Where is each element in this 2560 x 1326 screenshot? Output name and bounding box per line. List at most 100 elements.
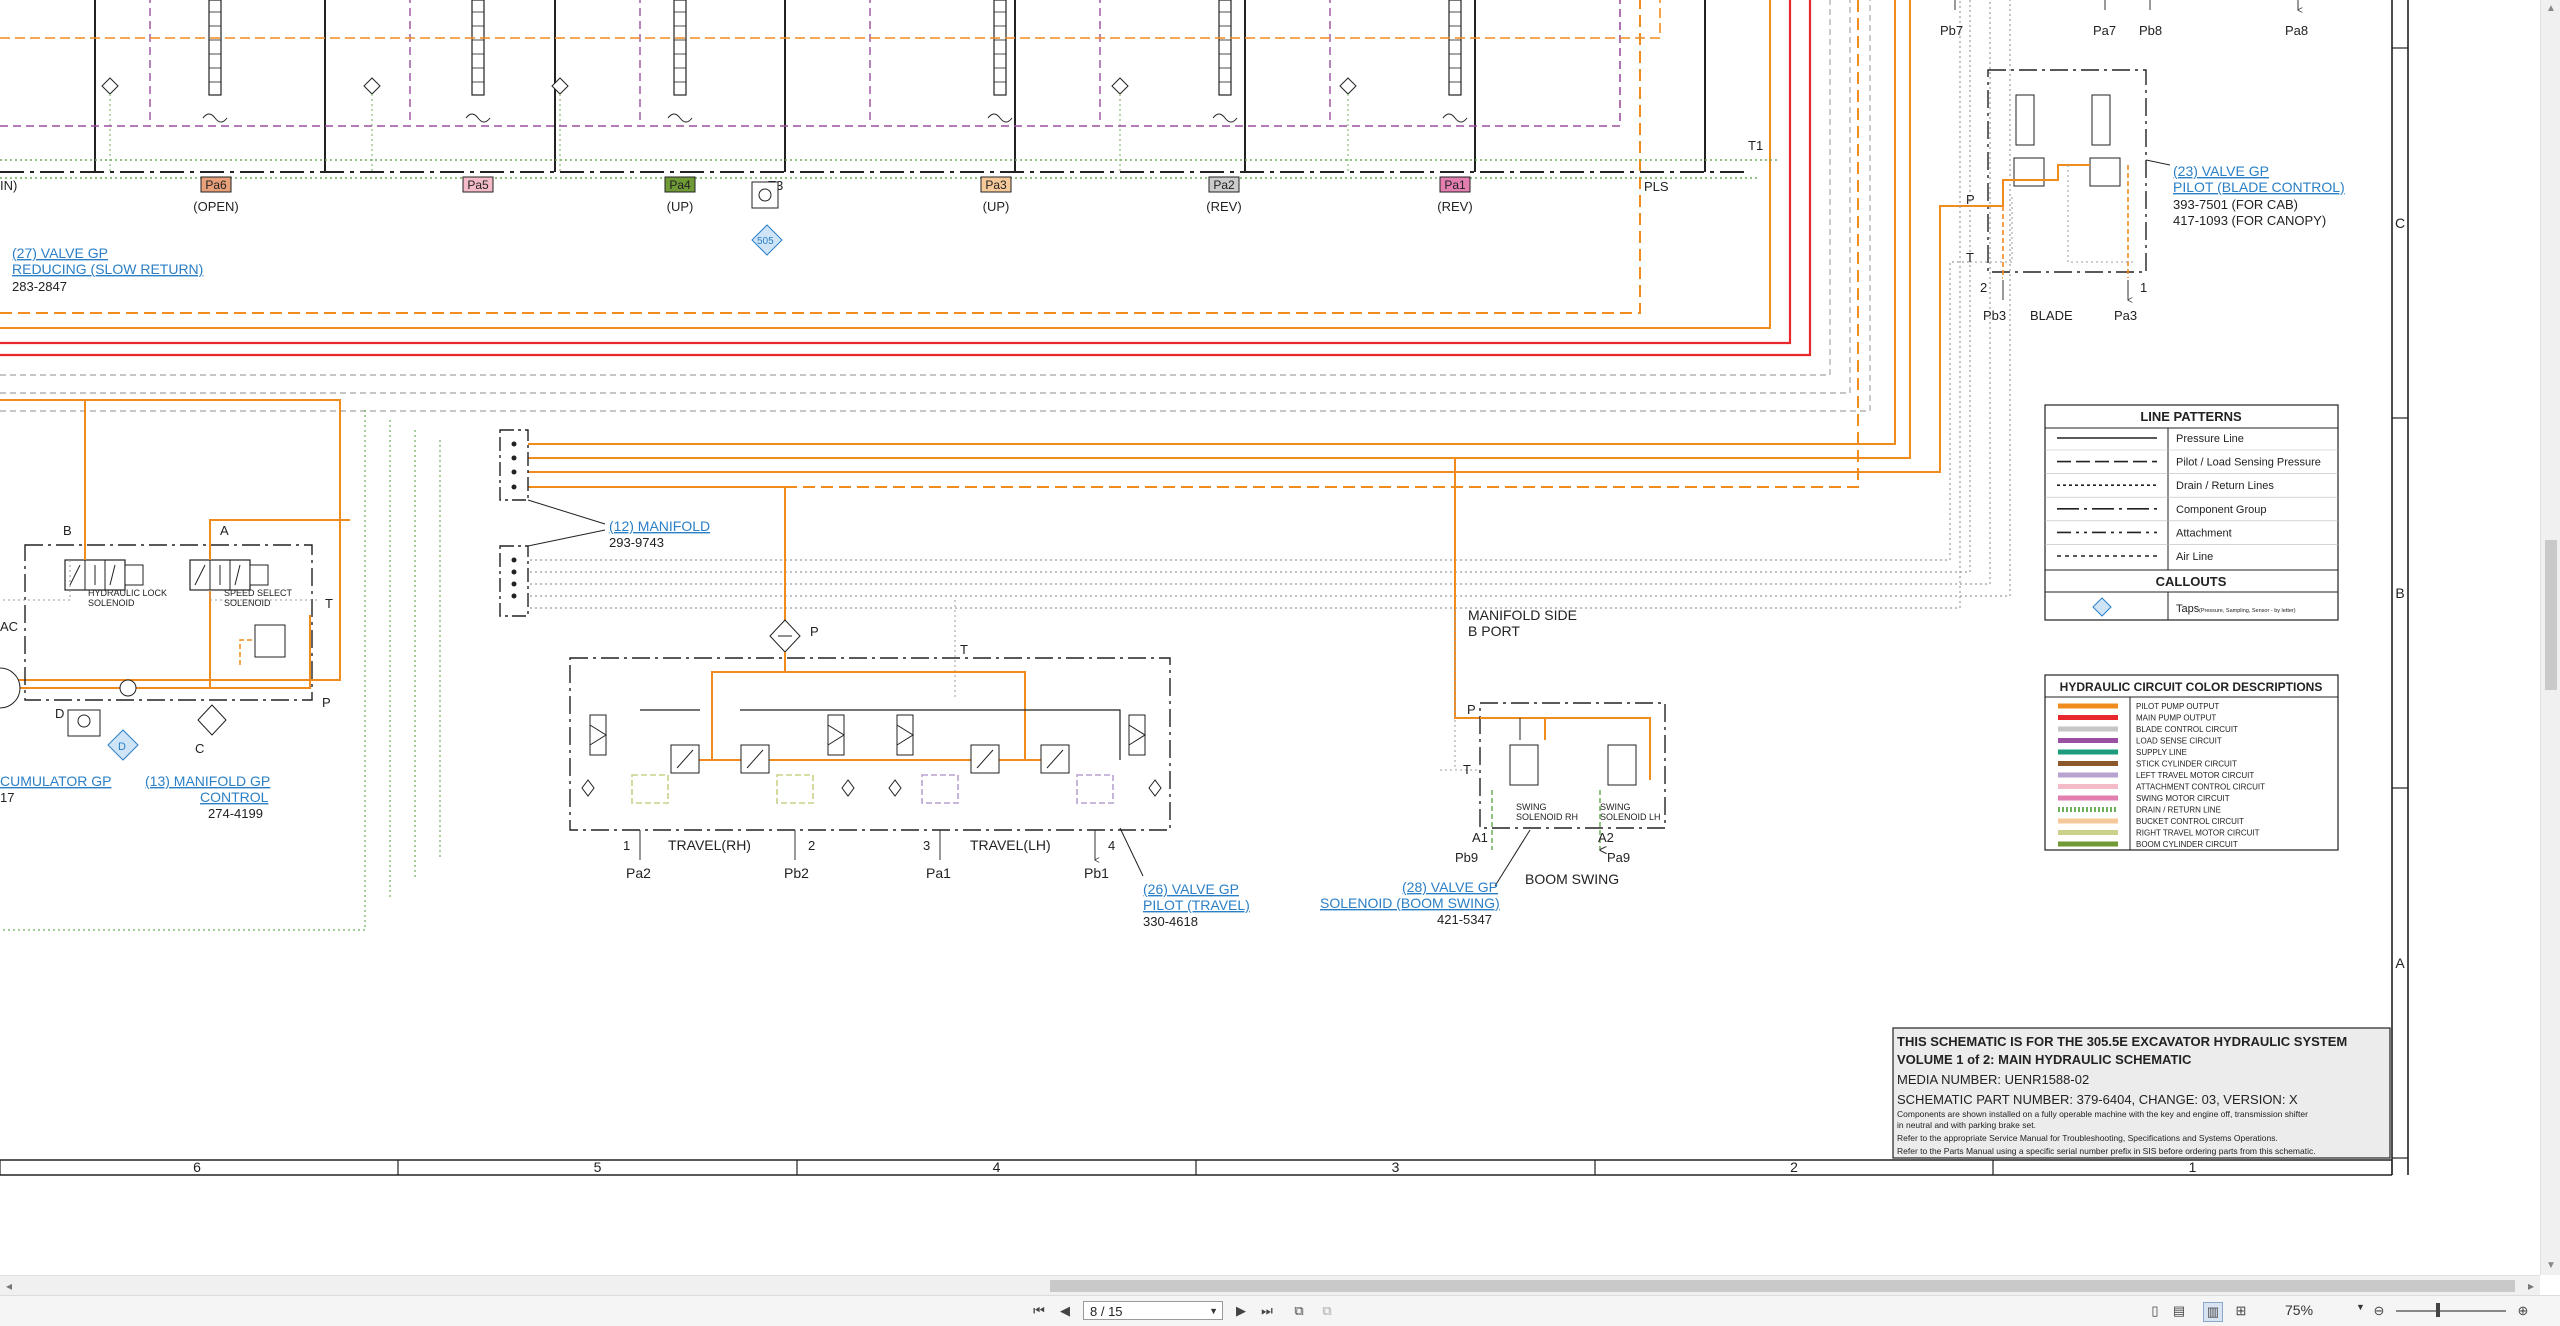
page-dropdown-icon[interactable]: ▼ [1209, 1302, 1218, 1321]
scroll-right-icon[interactable]: ▸ [2522, 1276, 2540, 1296]
check-valve [1339, 77, 1357, 95]
copy-page-icon[interactable]: ⧉ [1290, 1302, 1308, 1320]
zoom-slider[interactable] [2396, 1310, 2506, 1312]
manifold-side-1: MANIFOLD SIDE [1468, 607, 1577, 623]
swing-solenoid-valve: P T A1 A2 Pb9 Pa9 SWING SOLENOID RH SWIN… [1320, 607, 1666, 927]
valve23-part1: 393-7501 (FOR CAB) [2173, 197, 2298, 212]
boom-swing: BOOM SWING [1525, 871, 1619, 887]
scroll-left-icon[interactable]: ◂ [0, 1276, 18, 1296]
valve28-part: 421-5347 [1437, 912, 1492, 927]
port-pa8: Pa8 [2285, 23, 2308, 38]
title-note4: Refer to the Parts Manual using a specif… [1897, 1146, 2316, 1156]
travel-pb1: Pb1 [1084, 865, 1109, 881]
blade-n2: 2 [1980, 280, 1987, 295]
travel-pilot-valve: P T TRAVEL(RH) TRAVEL(LH) 1 2 3 4 Pa2 Pb… [569, 600, 1250, 929]
blade-pa3: Pa3 [2114, 308, 2137, 323]
port-id: Pa2 [1213, 178, 1235, 192]
tap-505: 505 [757, 236, 774, 247]
valve27-part: 283-2847 [12, 279, 67, 294]
color-legend: HYDRAULIC CIRCUIT COLOR DESCRIPTIONS PIL… [2044, 674, 2339, 851]
split-view-icon[interactable]: ⊞ [2232, 1302, 2250, 1320]
title-line2: VOLUME 1 of 2: MAIN HYDRAULIC SCHEMATIC [1897, 1052, 2192, 1067]
continuous-view-icon[interactable]: ▤ [2170, 1302, 2188, 1320]
top-valve-bank [0, 0, 1745, 173]
single-page-view-icon[interactable]: ▯ [2146, 1302, 2164, 1320]
scroll-up-icon[interactable]: ▲ [2541, 0, 2560, 18]
color-label: PILOT PUMP OUTPUT [2136, 702, 2219, 711]
lock-label2: SOLENOID [88, 598, 135, 608]
travel-check [841, 779, 855, 797]
taps-note: (Pressure, Sampling, Sensor - by letter) [2199, 608, 2296, 614]
manifold-side-2: B PORT [1468, 623, 1520, 639]
color-label: SWING MOTOR CIRCUIT [2136, 794, 2230, 803]
pattern-label: Pressure Line [2176, 433, 2244, 445]
travel-check [581, 779, 595, 797]
valve28-sub: SOLENOID (BOOM SWING) [1320, 895, 1500, 911]
grid-row-label: C [2395, 215, 2405, 231]
travel-t: T [960, 642, 968, 657]
pattern-label: Drain / Return Lines [2176, 480, 2274, 492]
travel-pa1: Pa1 [926, 865, 951, 881]
swing-lh2: SOLENOID LH [1600, 812, 1661, 822]
travel-pa2: Pa2 [626, 865, 651, 881]
pattern-label: Air Line [2176, 551, 2213, 563]
travel-spring [1128, 714, 1146, 756]
scroll-down-icon[interactable]: ▼ [2541, 1257, 2560, 1275]
manifold13-part: 274-4199 [208, 806, 263, 821]
port-pa7: Pa7 [2093, 23, 2116, 38]
last-page-icon[interactable]: ⏭ [1258, 1302, 1276, 1320]
travel-spring [827, 714, 845, 756]
spool [208, 0, 222, 96]
port-sub: (OPEN) [193, 199, 239, 214]
sol-p: P [322, 695, 331, 710]
color-legend-title: HYDRAULIC CIRCUIT COLOR DESCRIPTIONS [2060, 680, 2323, 694]
page-number-field[interactable]: 8 / 15 ▼ [1083, 1301, 1223, 1320]
pattern-label: Attachment [2176, 527, 2232, 539]
bus-lines [0, 0, 2011, 931]
title-note2: in neutral and with parking brake set. [1897, 1120, 2036, 1130]
sol-d: D [55, 706, 64, 721]
zoom-in-icon[interactable]: ⊕ [2514, 1302, 2532, 1320]
color-label: DRAIN / RETURN LINE [2136, 806, 2221, 815]
valve26-sub: PILOT (TRAVEL) [1143, 897, 1250, 913]
grid-column-label: 2 [1790, 1159, 1798, 1175]
port-sub: (UP) [983, 199, 1010, 214]
port-sub: (UP) [667, 199, 694, 214]
manifold13-title: (13) MANIFOLD GP [145, 773, 270, 789]
taps-label: Taps [2176, 603, 2200, 615]
blade-t: T [1966, 250, 1974, 265]
horizontal-scrollbar[interactable]: ◂ ▸ [0, 1275, 2540, 1296]
travel-n2: 2 [808, 838, 815, 853]
color-label: ATTACHMENT CONTROL CIRCUIT [2136, 783, 2265, 792]
grid-column-label: 5 [594, 1159, 602, 1175]
swing-pb9: Pb9 [1455, 850, 1478, 865]
port-sub: (REV) [1437, 199, 1472, 214]
paste-page-icon[interactable]: ⧉ [1318, 1302, 1336, 1320]
grid-column-label: 3 [1392, 1159, 1400, 1175]
zoom-dropdown-icon[interactable]: ▼ [2356, 1302, 2365, 1312]
travel-p: P [810, 624, 819, 639]
sol-a: A [220, 523, 229, 538]
previous-page-icon[interactable]: ◀ [1056, 1302, 1074, 1320]
zoom-out-icon[interactable]: ⊖ [2370, 1302, 2388, 1320]
zoom-slider-knob[interactable] [2436, 1303, 2440, 1317]
vertical-scroll-thumb[interactable] [2545, 540, 2557, 690]
travel-pb2: Pb2 [784, 865, 809, 881]
speed-label2: SOLENOID [224, 598, 271, 608]
title-note3: Refer to the appropriate Service Manual … [1897, 1133, 2278, 1143]
schematic-canvas: (12) MANIFOLD 293-9743 B A T P D C HYDRA… [0, 0, 2409, 1176]
port-id: Pa4 [669, 178, 691, 192]
vertical-scrollbar[interactable]: ▲ ▼ [2540, 0, 2560, 1275]
title-line4: SCHEMATIC PART NUMBER: 379-6404, CHANGE:… [1897, 1092, 2298, 1107]
first-page-icon[interactable]: ⏮ [1030, 1302, 1048, 1320]
manifold13-sub: CONTROL [200, 789, 269, 805]
port-pb8: Pb8 [2139, 23, 2162, 38]
two-page-view-icon[interactable]: ▥ [2203, 1302, 2223, 1322]
travel-check [1148, 779, 1162, 797]
next-page-icon[interactable]: ▶ [1232, 1302, 1250, 1320]
horizontal-scroll-thumb[interactable] [1050, 1280, 2515, 1292]
swing-t: T [1463, 762, 1471, 777]
zoom-level[interactable]: 75% [2285, 1302, 2325, 1318]
tap-d: D [118, 741, 126, 753]
swing-p: P [1467, 702, 1476, 717]
